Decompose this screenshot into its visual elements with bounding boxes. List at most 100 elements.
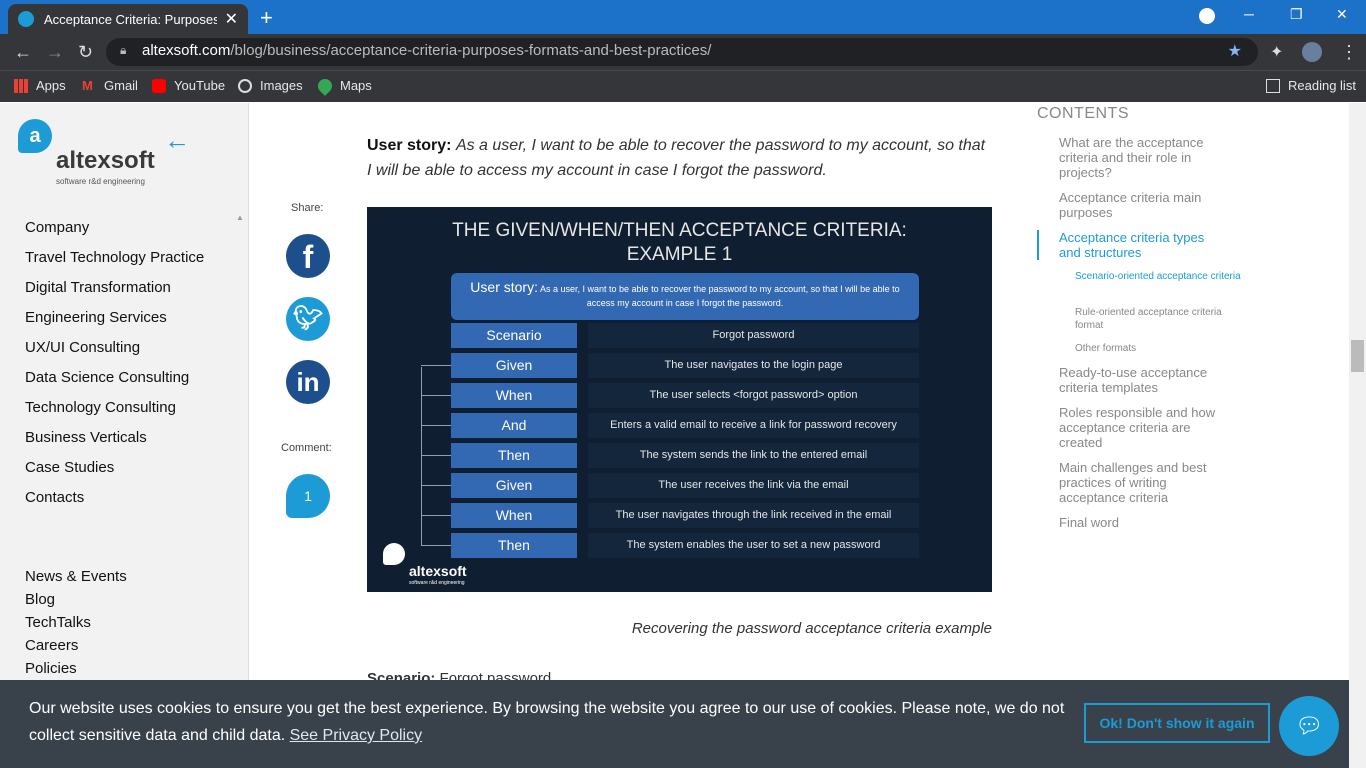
twitter-share-icon[interactable]: 🐦︎: [286, 297, 330, 341]
cookie-message: Our website uses cookies to ensure you g…: [29, 700, 1065, 744]
bookmark-gmail[interactable]: M Gmail: [82, 78, 138, 93]
toc-item[interactable]: Main challenges and best practices of wr…: [1059, 460, 1229, 505]
nav-item-digital[interactable]: Digital Transformation: [25, 279, 204, 309]
extensions-icon[interactable]: ✦: [1270, 42, 1283, 62]
forward-icon[interactable]: →: [46, 42, 64, 63]
avatar[interactable]: [1302, 42, 1322, 62]
toc-subitem[interactable]: Other formats: [1075, 342, 1250, 355]
nav-item-uxui[interactable]: UX/UI Consulting: [25, 339, 204, 369]
url-host: altexsoft.com: [142, 42, 231, 59]
close-window-icon[interactable]: ✕: [1336, 6, 1348, 23]
bookmark-apps[interactable]: Apps: [14, 78, 66, 93]
nav-item-techtalks[interactable]: TechTalks: [25, 614, 127, 637]
logo-tagline: software r&d engineering: [56, 177, 145, 186]
bookmark-maps[interactable]: Maps: [315, 75, 372, 96]
nav-item-news[interactable]: News & Events: [25, 568, 127, 591]
cookie-banner: Our website uses cookies to ensure you g…: [0, 680, 1349, 768]
lock-icon: 🔒︎: [120, 43, 127, 57]
map-pin-icon: [315, 75, 335, 96]
toc-item[interactable]: Acceptance criteria main purposes: [1059, 190, 1229, 220]
chat-icon[interactable]: 💬︎: [1279, 696, 1339, 756]
table-of-contents: CONTENTS What are the acceptance criteri…: [1037, 105, 1257, 530]
user-story-label: User story:: [367, 137, 452, 154]
tab-title: Acceptance Criteria: Purposes, Ty: [44, 11, 217, 27]
sidebar-scroll-up-icon[interactable]: ▲: [236, 213, 244, 222]
figure-caption: Recovering the password acceptance crite…: [631, 620, 992, 637]
toc-item[interactable]: Roles responsible and how acceptance cri…: [1059, 405, 1229, 450]
toc-item[interactable]: Final word: [1059, 515, 1229, 530]
criteria-row: Given The user navigates to the login pag…: [451, 353, 919, 378]
criteria-term: Given: [451, 473, 577, 498]
apps-grid-icon: [14, 78, 28, 93]
nav-item-tech-consulting[interactable]: Technology Consulting: [25, 399, 204, 429]
reading-list-icon: [1266, 78, 1280, 93]
toc-subitem-active[interactable]: Scenario-oriented acceptance criteria: [1075, 270, 1250, 283]
criteria-term: And: [451, 413, 577, 438]
nav-item-verticals[interactable]: Business Verticals: [25, 429, 204, 459]
nav-item-data-science[interactable]: Data Science Consulting: [25, 369, 204, 399]
new-tab-button[interactable]: +: [260, 5, 273, 31]
nav-item-careers[interactable]: Careers: [25, 637, 127, 660]
collapse-arrow-icon[interactable]: ←: [164, 125, 190, 156]
connector-branch: [421, 515, 451, 516]
main-nav: Company Travel Technology Practice Digit…: [25, 219, 204, 519]
bookmark-star-icon[interactable]: ★: [1228, 41, 1242, 61]
site-logo[interactable]: a altexsoft software r&d engineering: [18, 119, 155, 186]
criteria-description: Enters a valid email to receive a link f…: [588, 413, 919, 438]
criteria-row: When The user navigates through the link …: [451, 503, 919, 528]
criteria-description: The user selects <forgot password> optio…: [588, 383, 919, 408]
privacy-policy-link[interactable]: See Privacy Policy: [290, 727, 423, 744]
connector-branch: [421, 425, 451, 426]
infographic-logo-mark-icon: [383, 543, 405, 565]
toc-subitem[interactable]: Rule-oriented acceptance criteria format: [1075, 306, 1250, 332]
toc-heading: CONTENTS: [1037, 105, 1129, 122]
criteria-description: The system enables the user to set a new…: [588, 533, 919, 558]
infographic-logo: altexsoft software r&d engineering: [383, 543, 467, 586]
criteria-term: Then: [451, 533, 577, 558]
nav-item-engineering[interactable]: Engineering Services: [25, 309, 204, 339]
scrollbar-thumb[interactable]: [1351, 340, 1364, 372]
accept-cookies-button[interactable]: Ok! Don't show it again: [1084, 703, 1270, 743]
page-scrollbar[interactable]: [1349, 103, 1366, 768]
infographic-user-story: User story: As a user, I want to be able…: [451, 273, 919, 320]
secondary-nav: News & Events Blog TechTalks Careers Pol…: [25, 568, 127, 683]
connector-branch: [421, 365, 451, 366]
browser-toolbar: ← → ↻ 🔒︎ altexsoft.com/blog/business/acc…: [0, 34, 1366, 70]
comment-label: Comment:: [281, 442, 332, 454]
profile-menu-icon[interactable]: [1199, 8, 1215, 24]
logo-mark-icon: a: [18, 119, 52, 153]
infographic-title: THE GIVEN/WHEN/THEN ACCEPTANCE CRITERIA:…: [452, 220, 907, 265]
browser-tab[interactable]: Acceptance Criteria: Purposes, Ty ✕: [8, 4, 248, 34]
logo-name: altexsoft: [56, 147, 155, 174]
facebook-share-icon[interactable]: f: [286, 234, 330, 278]
criteria-row: Given The user receives the link via the …: [451, 473, 919, 498]
minimize-icon[interactable]: ─: [1244, 6, 1254, 22]
criteria-description: Forgot password: [588, 323, 919, 348]
nav-item-travel[interactable]: Travel Technology Practice: [25, 249, 204, 279]
close-tab-icon[interactable]: ✕: [225, 9, 238, 29]
nav-item-contacts[interactable]: Contacts: [25, 489, 204, 519]
criteria-row: When The user selects <forgot password> o…: [451, 383, 919, 408]
comment-count-badge[interactable]: 1: [286, 474, 330, 518]
linkedin-share-icon[interactable]: in: [286, 360, 330, 404]
url-path: /blog/business/acceptance-criteria-purpo…: [230, 42, 712, 59]
back-icon[interactable]: ←: [14, 42, 32, 63]
nav-item-case-studies[interactable]: Case Studies: [25, 459, 204, 489]
reload-icon[interactable]: ↻: [78, 42, 93, 63]
criteria-term: Then: [451, 443, 577, 468]
address-bar[interactable]: 🔒︎ altexsoft.com/blog/business/acceptanc…: [106, 38, 1258, 66]
user-story-paragraph: User story: As a user, I want to be able…: [367, 133, 992, 183]
toc-item[interactable]: What are the acceptance criteria and the…: [1059, 135, 1229, 180]
nav-item-company[interactable]: Company: [25, 219, 204, 249]
restore-icon[interactable]: ❐: [1290, 6, 1303, 23]
tab-strip: Acceptance Criteria: Purposes, Ty ✕ + ─ …: [0, 0, 1366, 34]
bookmark-youtube[interactable]: YouTube: [152, 78, 225, 93]
nav-item-blog[interactable]: Blog: [25, 591, 127, 614]
criteria-description: The system sends the link to the entered…: [588, 443, 919, 468]
bookmark-images[interactable]: Images: [238, 78, 303, 93]
reading-list-button[interactable]: Reading list: [1266, 78, 1356, 93]
connector-branch: [421, 545, 451, 546]
toc-item-active[interactable]: Acceptance criteria types and structures: [1059, 230, 1229, 260]
more-menu-icon[interactable]: ⋮: [1340, 42, 1358, 63]
toc-item[interactable]: Ready-to-use acceptance criteria templat…: [1059, 365, 1229, 395]
